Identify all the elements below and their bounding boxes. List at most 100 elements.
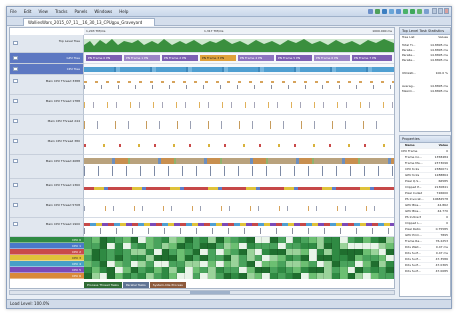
property-name: Pixel Q.S...: [405, 179, 421, 183]
track-label-thread[interactable]: Main CPU Thread 3388: [10, 75, 84, 95]
cpu-frames-lane[interactable]: [84, 64, 394, 75]
menu-view[interactable]: View: [38, 7, 48, 17]
track-toggle-checkbox[interactable]: [13, 183, 18, 187]
track-toggle-checkbox[interactable]: [13, 99, 18, 103]
property-name: Clipped L...: [405, 221, 422, 225]
property-value: 726600: [436, 191, 448, 195]
horizontal-scrollbar[interactable]: [9, 290, 395, 295]
menu-panels[interactable]: Panels: [75, 7, 88, 17]
property-value: 0.75585: [435, 227, 448, 231]
property-value: 47.0085: [435, 269, 448, 273]
tab-system-idle-process[interactable]: System-Idle Process: [149, 282, 186, 288]
scrollbar-thumb[interactable]: [190, 291, 230, 294]
timeline-graph-view[interactable]: 1,203 TM/ms 1,317 TM/ms 1000.000 ms Top …: [9, 27, 395, 289]
menu-file[interactable]: File: [10, 7, 17, 17]
frame-block[interactable]: PN Frame 1 PN: [124, 55, 160, 61]
thread-lane[interactable]: [84, 218, 394, 237]
properties-rows: CPU Frame 0 Frame Co... 1358484 Frame Ma... 2…: [400, 149, 450, 275]
thread-lane[interactable]: [84, 95, 394, 115]
track-toggle-checkbox[interactable]: [13, 79, 18, 83]
thread-lane[interactable]: [84, 155, 394, 179]
menu-windows[interactable]: Windows: [94, 7, 112, 17]
save-icon[interactable]: [382, 9, 387, 14]
thread-lane[interactable]: [84, 179, 394, 199]
track-toggle-checkbox[interactable]: [13, 139, 18, 143]
property-value: 0: [446, 221, 448, 225]
cpu-core-heatmap[interactable]: [84, 237, 394, 280]
step-icon[interactable]: [410, 9, 415, 14]
cpu-heat-cell: [270, 273, 278, 279]
zoom-out-icon[interactable]: [396, 9, 401, 14]
property-name: Pixel Culled: [405, 191, 423, 195]
close-icon[interactable]: [444, 8, 449, 14]
track-toggle-checkbox[interactable]: [13, 41, 18, 45]
play-icon[interactable]: [403, 9, 408, 14]
frame-block[interactable]: PN Frame 3 PN: [200, 55, 236, 61]
property-name: Frame Co...: [405, 155, 423, 159]
frame-block[interactable]: PN Frame 6 PN: [314, 55, 350, 61]
top-level-lane[interactable]: [84, 35, 394, 53]
track-label-thread[interactable]: Main CPU Thread 1788: [10, 95, 84, 115]
thread-lane[interactable]: [84, 115, 394, 135]
property-name: GPU Prim...: [405, 233, 422, 237]
gpu-frames-lane[interactable]: PN Frame 0 PN PN Frame 1 PN PN Frame 2 P…: [84, 53, 394, 64]
thread-lane[interactable]: [84, 75, 394, 95]
track-label-thread[interactable]: Main CPU Thread 1900: [10, 218, 84, 237]
track-toggle-checkbox[interactable]: [13, 119, 18, 123]
track-toggle-checkbox[interactable]: [13, 222, 18, 226]
settings-icon[interactable]: [424, 9, 429, 14]
property-value: 44.862: [437, 203, 449, 207]
property-value: 0.47 ms: [435, 251, 448, 255]
property-row[interactable]: DXs Surf... 47.0085: [400, 269, 450, 275]
track-label-cpu[interactable]: CPU Tree: [10, 64, 84, 75]
track-toggle-checkbox[interactable]: [13, 203, 18, 207]
frame-block[interactable]: PN Frame 4 PN: [238, 55, 274, 61]
cpu-lane-label[interactable]: CPU 6: [10, 273, 84, 279]
cpu-heat-cell: [262, 273, 270, 279]
zoom-in-icon[interactable]: [389, 9, 394, 14]
track-label-thread[interactable]: Main CPU Thread 1360: [10, 179, 84, 199]
menu-tracks[interactable]: Tracks: [55, 7, 68, 17]
track-label-text: Main CPU Thread 4088: [45, 159, 80, 163]
cpu-heat-cell: [192, 273, 201, 279]
ruler-right-mark: 1000.000 ms: [372, 29, 392, 33]
property-name: Clipped P...: [405, 185, 422, 189]
track-toggle-checkbox[interactable]: [13, 56, 18, 60]
open-icon[interactable]: [368, 9, 373, 14]
track-label-text: CPU Tree: [66, 67, 80, 71]
cpu-heat-cell: [107, 273, 115, 279]
menu-help[interactable]: Help: [119, 7, 128, 17]
track-label-text: Main CPU Thread 1360: [45, 183, 80, 187]
property-name: GPU BGs...: [405, 203, 422, 207]
frame-block[interactable]: PN Frame 7 PN: [352, 55, 392, 61]
property-value: 0.47 ms: [435, 245, 448, 249]
tab-parallel-tasks[interactable]: Parallel Tasks: [122, 282, 149, 288]
track-label-thread[interactable]: Main CPU Thread 4088: [10, 155, 84, 179]
tab-process-thread-tasks[interactable]: Process Thread Tasks: [84, 282, 122, 288]
track-label-gpu[interactable]: GPU Tree: [10, 53, 84, 64]
cpu-heat-cell: [301, 273, 309, 279]
filter-icon[interactable]: [417, 9, 422, 14]
capture-icon[interactable]: [375, 9, 380, 14]
frame-block[interactable]: PN Frame 0 PN: [86, 55, 122, 61]
top-level-task-statistics-panel: Top Level Task Statistics Tree List Value…: [399, 27, 451, 132]
cpu-heat-cell: [285, 273, 294, 279]
track-label-thread[interactable]: Main CPU Thread 244: [10, 115, 84, 135]
track-toggle-checkbox[interactable]: [13, 67, 18, 71]
timeline-ruler[interactable]: 1,203 TM/ms 1,317 TM/ms 1000.000 ms: [84, 28, 394, 35]
cpu-heat-cell: [386, 273, 394, 279]
menu-edit[interactable]: Edit: [24, 7, 32, 17]
track-label-thread[interactable]: Main CPU Thread 5708: [10, 199, 84, 218]
minimize-icon[interactable]: [432, 8, 437, 14]
maximize-icon[interactable]: [438, 8, 443, 14]
thread-lane[interactable]: [84, 199, 394, 218]
document-tab[interactable]: WalliesWars_2015_07_11__16_30_13_CPUgpu_…: [23, 18, 155, 26]
track-label-top-level[interactable]: Top Level Tree: [10, 35, 84, 53]
track-label-text: GPU Tree: [66, 56, 80, 60]
property-name: Frame Ma...: [405, 161, 423, 165]
track-toggle-checkbox[interactable]: [13, 159, 18, 163]
track-label-thread[interactable]: Main CPU Thread 380: [10, 135, 84, 155]
frame-block[interactable]: PN Frame 2 PN: [162, 55, 198, 61]
thread-lane[interactable]: [84, 135, 394, 155]
frame-block[interactable]: PN Frame 5 PN: [276, 55, 312, 61]
